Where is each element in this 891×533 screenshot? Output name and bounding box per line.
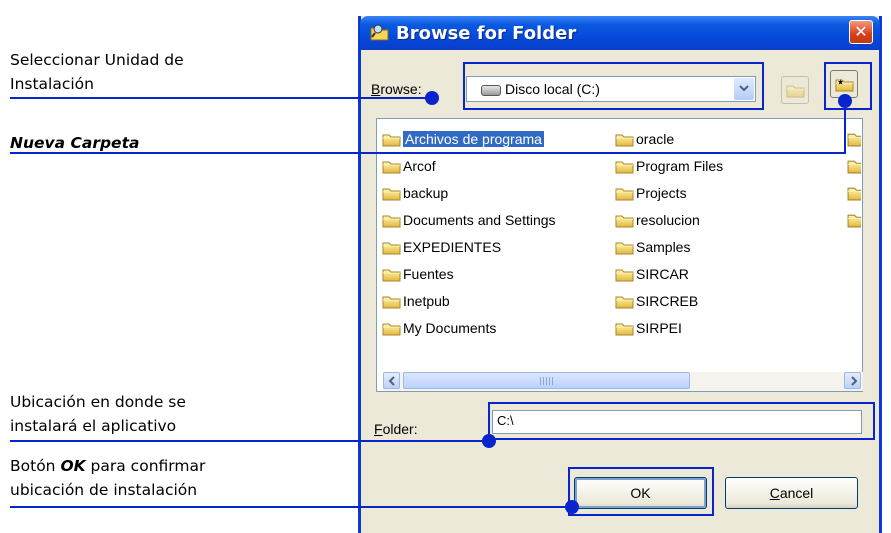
folder-label: Folder:	[374, 421, 418, 437]
list-item[interactable]: Documents and Settings	[382, 210, 556, 230]
chevron-left-icon	[388, 376, 395, 386]
list-item[interactable]: SIRCAR	[615, 264, 689, 284]
folder-icon	[615, 186, 634, 201]
browse-label: Browse:	[371, 81, 422, 97]
scroll-left-button[interactable]	[383, 372, 400, 389]
folder-icon	[382, 321, 401, 336]
folder-icon	[382, 294, 401, 309]
up-folder-icon	[786, 83, 805, 98]
close-icon: ✕	[854, 22, 868, 41]
drive-highlight-box	[463, 62, 764, 110]
annotation-location-line2: instalará el aplicativo	[10, 417, 177, 435]
folder-icon	[382, 132, 401, 147]
scroll-right-button[interactable]	[844, 372, 861, 389]
folder-icon	[382, 213, 401, 228]
list-item[interactable]: SIRCREB	[615, 291, 698, 311]
list-item[interactable]: oracle	[615, 129, 674, 149]
folder-highlight-box	[488, 402, 875, 440]
folder-icon[interactable]	[847, 185, 861, 201]
annotation-drive-line1: Seleccionar Unidad de	[10, 51, 184, 69]
list-item[interactable]: SIRPEI	[615, 318, 682, 338]
list-item[interactable]: Inetpub	[382, 291, 450, 311]
ok-pointer-line	[10, 506, 572, 508]
list-item[interactable]: Arcof	[382, 156, 436, 176]
list-item[interactable]: EXPEDIENTES	[382, 237, 501, 257]
annotation-location-line1: Ubicación en donde se	[10, 393, 186, 411]
folder-icon	[615, 132, 634, 147]
folder-search-icon	[370, 24, 389, 41]
folder-icon[interactable]	[847, 158, 861, 174]
dialog-title: Browse for Folder	[396, 23, 577, 44]
drive-pointer-line	[10, 97, 432, 99]
annotation-new-folder: Nueva Carpeta	[10, 134, 140, 152]
list-item[interactable]: Projects	[615, 183, 687, 203]
new-folder-highlight-box	[824, 62, 872, 110]
drive-pointer-dot	[425, 91, 439, 105]
scroll-thumb[interactable]	[403, 372, 690, 389]
annotation-drive-line2: Instalación	[10, 75, 94, 93]
ok-highlight-box	[568, 467, 714, 516]
up-folder-button[interactable]	[781, 76, 809, 104]
list-item[interactable]: backup	[382, 183, 448, 203]
folder-icon[interactable]	[847, 131, 861, 147]
folder-tree[interactable]: Archivos de programa Arcof backup Docume…	[376, 118, 863, 392]
folder-icon	[615, 267, 634, 282]
folder-icon	[615, 240, 634, 255]
chevron-right-icon	[851, 376, 858, 386]
folder-icon	[615, 159, 634, 174]
folder-icon	[615, 321, 634, 336]
cancel-button[interactable]: Cancel	[725, 477, 858, 509]
list-item[interactable]: resolucion	[615, 210, 700, 230]
folder-pointer-line	[10, 440, 488, 442]
close-button[interactable]: ✕	[849, 20, 873, 44]
annotation-ok-line1: Botón OK para confirmar	[10, 457, 206, 475]
folder-icon	[615, 294, 634, 309]
folder-icon	[615, 213, 634, 228]
list-item[interactable]: Fuentes	[382, 264, 454, 284]
new-folder-pointer-line	[10, 152, 846, 154]
folder-icon	[382, 159, 401, 174]
folder-icon	[382, 267, 401, 282]
list-item[interactable]: Program Files	[615, 156, 723, 176]
list-item[interactable]: My Documents	[382, 318, 496, 338]
folder-icon	[382, 186, 401, 201]
folder-icon[interactable]	[847, 212, 861, 228]
annotation-ok-line2: ubicación de instalación	[10, 481, 198, 499]
list-item[interactable]: Samples	[615, 237, 690, 257]
list-item[interactable]: Archivos de programa	[382, 129, 544, 149]
folder-icon	[382, 240, 401, 255]
horizontal-scrollbar[interactable]	[383, 372, 863, 391]
